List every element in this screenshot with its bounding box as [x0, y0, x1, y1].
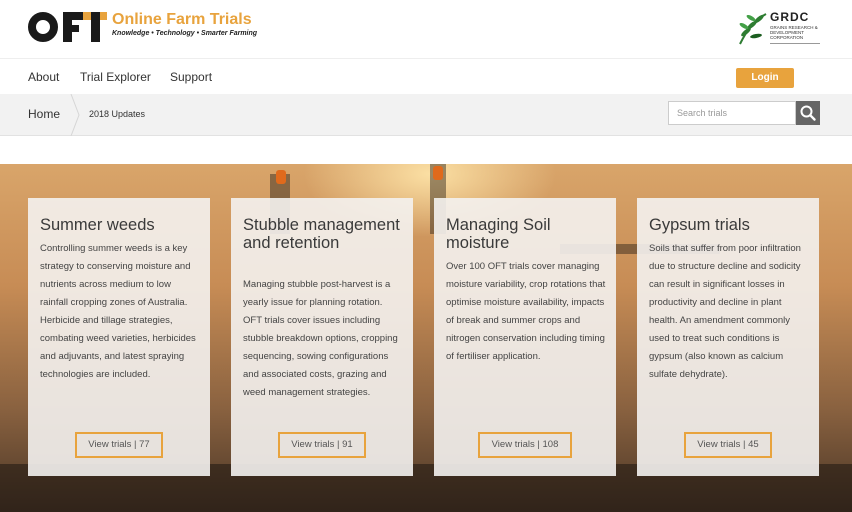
nav-trial-explorer[interactable]: Trial Explorer	[80, 70, 151, 84]
view-trials-button[interactable]: View trials | 108	[478, 432, 572, 458]
site-tagline: Knowledge • Technology • Smarter Farming	[112, 30, 258, 37]
main-nav: About Trial Explorer Support Login	[0, 58, 852, 94]
breadcrumb-home[interactable]: Home	[28, 107, 60, 121]
card-title: Summer weeds	[40, 216, 155, 234]
hero-banner: Summer weeds Controlling summer weeds is…	[0, 164, 852, 512]
card-title: Stubble management and retention	[243, 216, 400, 252]
grdc-subtitle: GRAINS RESEARCH & DEVELOPMENT CORPORATIO…	[770, 25, 818, 40]
topic-card-stubble: Stubble management and retention Managin…	[231, 198, 413, 476]
search-button[interactable]	[796, 101, 820, 125]
login-button[interactable]: Login	[736, 68, 794, 88]
nav-about[interactable]: About	[28, 70, 59, 84]
card-title: Gypsum trials	[649, 216, 750, 234]
wheat-icon	[739, 13, 767, 45]
topic-card-gypsum: Gypsum trials Soils that suffer from poo…	[637, 198, 819, 476]
breadcrumb-current: 2018 Updates	[89, 109, 146, 119]
breadcrumb-chevron-icon	[70, 94, 80, 136]
grdc-name: GRDC	[770, 10, 810, 24]
beacon-light	[433, 166, 443, 180]
card-description: Managing stubble post-harvest is a yearl…	[243, 279, 398, 398]
topic-card-soil-moisture: Managing Soil moisture Over 100 OFT tria…	[434, 198, 616, 476]
view-trials-button[interactable]: View trials | 91	[278, 432, 366, 458]
nav-support[interactable]: Support	[170, 70, 212, 84]
breadcrumb-bar: Home 2018 Updates	[0, 94, 852, 136]
view-trials-button[interactable]: View trials | 77	[75, 432, 163, 458]
card-description: Controlling summer weeds is a key strate…	[40, 243, 196, 380]
oft-logo-mark	[28, 10, 108, 44]
grdc-divider	[770, 43, 820, 44]
site-title: Online Farm Trials	[112, 11, 252, 28]
search-input[interactable]	[668, 101, 796, 125]
topic-card-summer-weeds: Summer weeds Controlling summer weeds is…	[28, 198, 210, 476]
search-icon	[800, 105, 816, 121]
card-title: Managing Soil moisture	[446, 216, 551, 252]
view-trials-button[interactable]: View trials | 45	[684, 432, 772, 458]
oft-logo[interactable]: Online Farm Trials Knowledge • Technolog…	[28, 10, 257, 44]
grdc-logo[interactable]: GRDC GRAINS RESEARCH & DEVELOPMENT CORPO…	[736, 10, 822, 46]
site-header: Online Farm Trials Knowledge • Technolog…	[0, 0, 852, 58]
card-description: Over 100 OFT trials cover managing moist…	[446, 261, 606, 362]
beacon-light	[276, 170, 286, 184]
card-description: Soils that suffer from poor infiltration…	[649, 243, 801, 380]
